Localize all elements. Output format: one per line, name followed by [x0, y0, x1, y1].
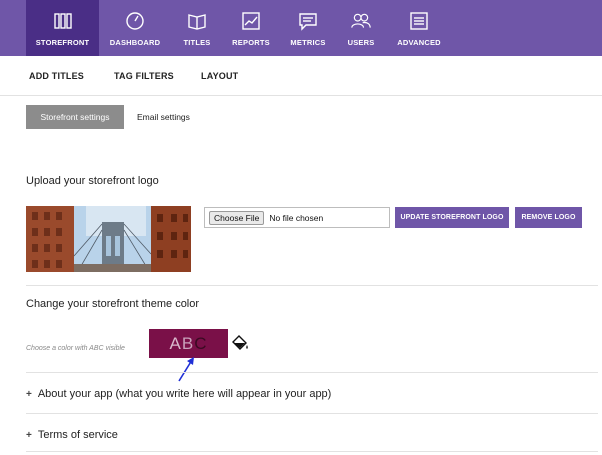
section-divider [26, 285, 598, 286]
theme-section-title: Change your storefront theme color [26, 298, 200, 310]
swatch-letter-c: C [194, 333, 208, 353]
collapsible-label: About your app (what you write here will… [37, 388, 332, 400]
storefront-logo-preview [26, 206, 191, 272]
section-divider [26, 451, 598, 452]
nav-label: TITLES [183, 38, 211, 47]
choose-file-button[interactable]: Choose File [209, 210, 265, 225]
nav-label: DASHBOARD [109, 38, 161, 47]
line-chart-icon [242, 12, 260, 30]
nav-label: ADVANCED [397, 38, 441, 47]
section-divider [26, 372, 598, 373]
nav-dashboard[interactable]: DASHBOARD [104, 0, 166, 56]
file-status-text: No file chosen [269, 212, 324, 223]
subnav-layout[interactable]: LAYOUT [201, 71, 238, 81]
nav-label: METRICS [290, 38, 326, 47]
chat-bubble-icon [299, 13, 317, 31]
users-icon [351, 13, 371, 28]
tab-email-settings[interactable]: Email settings [137, 105, 190, 129]
nav-metrics[interactable]: METRICS [284, 0, 332, 56]
subnav-add-titles[interactable]: ADD TITLES [29, 71, 84, 81]
theme-color-swatch[interactable]: A B C [149, 329, 228, 358]
section-divider [26, 413, 598, 414]
nav-users[interactable]: USERS [340, 0, 382, 56]
storefront-books-icon [53, 13, 72, 29]
subnav-tag-filters[interactable]: TAG FILTERS [114, 71, 174, 81]
nav-label: USERS [347, 38, 375, 47]
collapsible-label: Terms of service [37, 429, 118, 441]
theme-color-hint: Choose a color with ABC visible [26, 345, 125, 352]
logo-section-title: Upload your storefront logo [26, 175, 159, 187]
nav-advanced[interactable]: ADVANCED [394, 0, 444, 56]
swatch-letter-a: A [169, 333, 182, 353]
list-icon [410, 12, 428, 30]
paint-bucket-icon[interactable] [231, 334, 249, 352]
collapsible-about-app[interactable]: + About your app (what you write here wi… [26, 388, 331, 400]
update-storefront-logo-button[interactable]: UPDATE STOREFRONT LOGO [395, 207, 509, 228]
nav-label: STOREFRONT [35, 38, 90, 47]
top-nav: STOREFRONT DASHBOARD TITLES REPORTS METR… [0, 0, 602, 56]
collapsible-terms-of-service[interactable]: + Terms of service [26, 429, 118, 441]
swatch-letter-b: B [181, 333, 195, 353]
expand-plus-icon: + [26, 388, 32, 400]
open-book-icon [188, 14, 206, 30]
logo-file-input[interactable]: Choose File No file chosen [204, 207, 390, 228]
nav-label: REPORTS [232, 38, 270, 47]
sub-nav: ADD TITLES TAG FILTERS LAYOUT [0, 56, 602, 96]
remove-logo-button[interactable]: REMOVE LOGO [515, 207, 582, 228]
expand-plus-icon: + [26, 429, 32, 441]
nav-storefront[interactable]: STOREFRONT [26, 0, 99, 56]
annotation-arrow-icon [178, 357, 194, 382]
nav-titles[interactable]: TITLES [176, 0, 218, 56]
speedometer-icon [126, 12, 144, 30]
tab-storefront-settings[interactable]: Storefront settings [26, 105, 124, 129]
nav-reports[interactable]: REPORTS [226, 0, 276, 56]
